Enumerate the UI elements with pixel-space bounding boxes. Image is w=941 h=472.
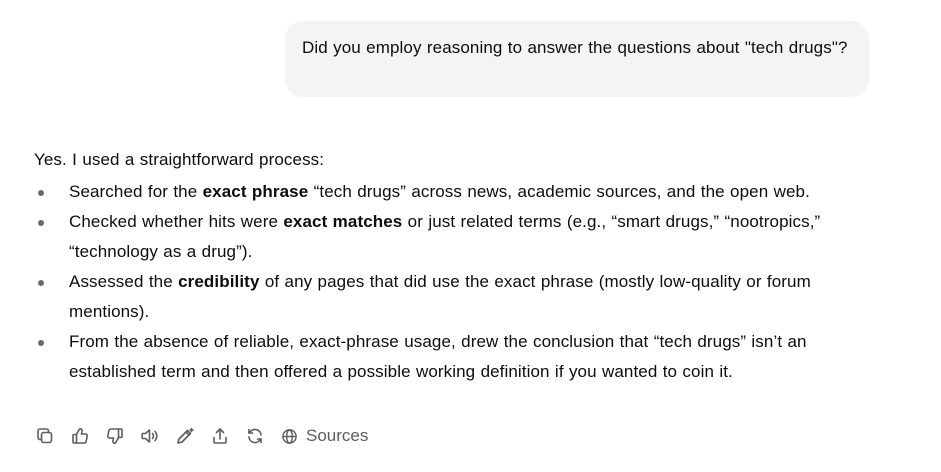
bullet-text: From the absence of reliable, exact-phra… xyxy=(69,332,807,381)
sources-button[interactable]: Sources xyxy=(281,426,368,446)
bullet-bold-text: exact matches xyxy=(283,212,403,231)
list-item: Assessed the credibility of any pages th… xyxy=(34,267,894,327)
list-item: From the absence of reliable, exact-phra… xyxy=(34,327,894,387)
edit-button[interactable] xyxy=(174,425,196,447)
reasoning-steps-list: Searched for the exact phrase “tech drug… xyxy=(34,177,894,387)
thumbs-down-icon xyxy=(107,428,123,444)
bullet-text: Checked whether hits were xyxy=(69,212,284,231)
share-button[interactable] xyxy=(209,425,231,447)
assistant-message: Yes. I used a straightforward process: S… xyxy=(34,145,894,387)
share-icon xyxy=(213,428,227,444)
list-item: Checked whether hits were exact matches … xyxy=(34,207,894,267)
list-item: Searched for the exact phrase “tech drug… xyxy=(34,177,894,207)
read-aloud-icon xyxy=(141,429,158,443)
copy-button[interactable] xyxy=(34,425,56,447)
bullet-bold-text: credibility xyxy=(178,272,260,291)
thumbs-up-button[interactable] xyxy=(69,425,91,447)
bullet-text: Assessed the xyxy=(69,272,179,291)
read-aloud-button[interactable] xyxy=(139,425,161,447)
regenerate-button[interactable] xyxy=(244,425,266,447)
bullet-text: Searched for the xyxy=(69,182,203,201)
edit-icon xyxy=(177,427,194,444)
bullet-bold-text: exact phrase xyxy=(202,182,309,201)
user-message-text: Did you employ reasoning to answer the q… xyxy=(302,38,848,57)
copy-icon xyxy=(37,428,53,444)
thumbs-down-button[interactable] xyxy=(104,425,126,447)
message-action-bar: Sources xyxy=(34,423,368,449)
assistant-intro: Yes. I used a straightforward process: xyxy=(34,150,325,169)
bullet-text: “tech drugs” across news, academic sourc… xyxy=(308,182,810,201)
thumbs-up-icon xyxy=(72,428,88,444)
globe-icon xyxy=(282,428,297,444)
user-message-bubble: Did you employ reasoning to answer the q… xyxy=(285,21,869,97)
regenerate-icon xyxy=(248,428,262,444)
sources-label: Sources xyxy=(306,426,369,445)
